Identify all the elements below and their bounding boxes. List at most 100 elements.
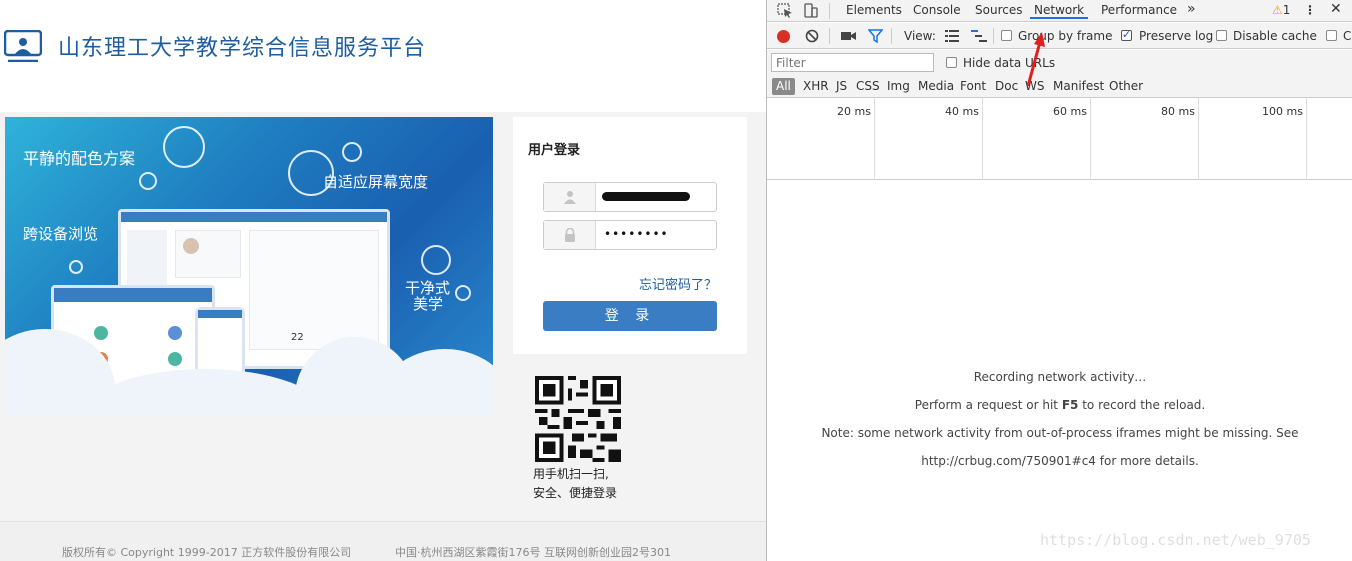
type-filter-media[interactable]: Media (918, 79, 954, 93)
decor-ring (163, 126, 205, 168)
redacted-username (602, 192, 690, 201)
decor-ring (455, 285, 471, 301)
toolbar-divider (993, 28, 994, 44)
tab-sources[interactable]: Sources (975, 3, 1022, 17)
timeline-tick-label: 100 ms (1262, 105, 1303, 118)
tab-network[interactable]: Network (1030, 3, 1089, 19)
hide-data-urls-checkbox[interactable] (946, 57, 957, 68)
username-field[interactable] (543, 182, 717, 212)
type-filter-css[interactable]: CSS (856, 79, 880, 93)
login-panel: 用户登录 •••••••• 忘记密码了？ 登 录 (513, 117, 747, 354)
close-devtools-icon[interactable]: ✕ (1330, 1, 1342, 17)
decor-ring (421, 245, 451, 275)
type-filter-doc[interactable]: Doc (995, 79, 1018, 93)
user-icon (544, 183, 596, 211)
timeline-column: 60 ms (983, 98, 1091, 180)
footer-copyright: 版权所有© Copyright 1999-2017 正方软件股份有限公司 (62, 546, 352, 559)
timeline-tick-label: 20 ms (837, 105, 871, 118)
tab-elements[interactable]: Elements (846, 3, 902, 17)
filter-funnel-icon[interactable] (868, 29, 883, 43)
page-footer: 版权所有© Copyright 1999-2017 正方软件股份有限公司 中国·… (0, 521, 766, 561)
qr-caption-line1: 用手机扫一扫, (533, 467, 609, 481)
devtools-panel: Elements Console Sources Network Perform… (766, 0, 1352, 561)
network-toolbar: View: Group by frame Preserve log Disabl… (767, 23, 1352, 49)
waterfall-overview-icon[interactable] (971, 30, 987, 42)
qr-code-icon (535, 376, 621, 462)
devtools-tabbar: Elements Console Sources Network Perform… (767, 0, 1352, 22)
recording-message: Recording network activity… (973, 370, 1147, 384)
inspect-element-icon[interactable] (777, 3, 793, 18)
tab-divider (829, 3, 830, 19)
type-filter-other[interactable]: Other (1109, 79, 1143, 93)
watermark: https://blog.csdn.net/web_9705 (1040, 531, 1311, 549)
type-filter-all[interactable]: All (772, 78, 795, 95)
truncated-label: C (1343, 29, 1352, 43)
disable-cache-checkbox[interactable] (1216, 30, 1227, 41)
banner-text-cross-device: 跨设备浏览 (23, 225, 99, 243)
network-overview-timeline: 20 ms 40 ms 60 ms 80 ms 100 ms (767, 98, 1352, 180)
timeline-column: 80 ms (1091, 98, 1199, 180)
lock-icon (544, 221, 596, 249)
perform-request-prefix: Perform a request or hit (914, 398, 1062, 412)
decor-ring (69, 260, 83, 274)
login-page: 山东理工大学教学综合信息服务平台 平静的配色方案 自适应屏幕宽度 跨设备浏览 干… (0, 0, 766, 561)
timeline-tick-label: 60 ms (1053, 105, 1087, 118)
crbug-link-message[interactable]: http://crbug.com/750901#c4 for more deta… (767, 454, 1352, 468)
type-filter-xhr[interactable]: XHR (803, 79, 829, 93)
truncated-checkbox[interactable] (1326, 30, 1337, 41)
type-filter-img[interactable]: Img (887, 79, 910, 93)
login-button[interactable]: 登 录 (543, 301, 717, 331)
resource-type-filters: All XHR JS CSS Img Media Font Doc WS Man… (767, 75, 1352, 98)
type-filter-manifest[interactable]: Manifest (1053, 79, 1104, 93)
filter-input[interactable] (771, 53, 934, 72)
type-filter-js[interactable]: JS (836, 79, 847, 93)
iframe-note-message: Note: some network activity from out-of-… (821, 426, 1299, 440)
page-header: 山东理工大学教学综合信息服务平台 (0, 0, 766, 112)
password-value: •••••••• (604, 227, 669, 241)
warning-count: 1 (1282, 3, 1291, 17)
toolbar-divider (891, 28, 892, 44)
timeline-column: 100 ms (1199, 98, 1307, 180)
preserve-log-checkbox[interactable] (1121, 28, 1132, 41)
filter-bar: Hide data URLs (767, 50, 1352, 75)
kebab-menu-icon[interactable]: ⋮ (1304, 3, 1316, 17)
screenshot-capture-icon[interactable] (841, 30, 857, 42)
footer-address: 中国·杭州西湖区紫霞街176号 互联网创新创业园2号301 (395, 546, 671, 559)
perform-request-suffix: to record the reload. (1078, 398, 1206, 412)
timeline-column: 40 ms (875, 98, 983, 180)
page-title: 山东理工大学教学综合信息服务平台 (58, 36, 427, 61)
record-icon[interactable] (777, 30, 790, 43)
group-by-frame-checkbox[interactable] (1001, 30, 1012, 41)
banner-text-aesthetic: 美学 (413, 295, 444, 313)
tab-console[interactable]: Console (913, 3, 961, 17)
banner-text-color-scheme: 平静的配色方案 (23, 149, 136, 168)
f5-key: F5 (1061, 398, 1079, 412)
warning-badge[interactable]: ⚠1 (1272, 3, 1290, 17)
type-filter-font[interactable]: Font (960, 79, 986, 93)
timeline-tick-label: 40 ms (945, 105, 979, 118)
more-tabs-icon[interactable]: » (1187, 1, 1196, 17)
toolbar-divider (829, 28, 830, 44)
timeline-tick-label: 80 ms (1161, 105, 1195, 118)
large-rows-icon[interactable] (945, 30, 959, 42)
device-toolbar-icon[interactable] (802, 3, 818, 18)
qr-caption-line2: 安全、便捷登录 (533, 486, 618, 500)
calendar-date: 22 (291, 332, 304, 343)
decor-ring (342, 142, 362, 162)
clear-icon[interactable] (805, 29, 819, 43)
annotation-arrow-icon (1026, 32, 1045, 87)
disable-cache-label: Disable cache (1233, 29, 1317, 43)
decor-ring (139, 172, 157, 190)
warning-icon: ⚠ (1272, 3, 1283, 17)
platform-logo-icon (4, 30, 42, 62)
view-label: View: (904, 29, 936, 43)
forgot-password-link[interactable]: 忘记密码了？ (639, 274, 717, 293)
qr-caption: 用手机扫一扫, 安全、便捷登录 (533, 465, 617, 503)
promo-banner: 平静的配色方案 自适应屏幕宽度 跨设备浏览 干净式 美学 22 (5, 117, 493, 416)
tab-performance[interactable]: Performance (1101, 3, 1177, 17)
timeline-column: 20 ms (767, 98, 875, 180)
login-title: 用户登录 (528, 143, 581, 158)
preserve-log-label: Preserve log (1139, 29, 1214, 43)
password-field[interactable]: •••••••• (543, 220, 717, 250)
banner-text-adaptive: 自适应屏幕宽度 (323, 173, 429, 191)
